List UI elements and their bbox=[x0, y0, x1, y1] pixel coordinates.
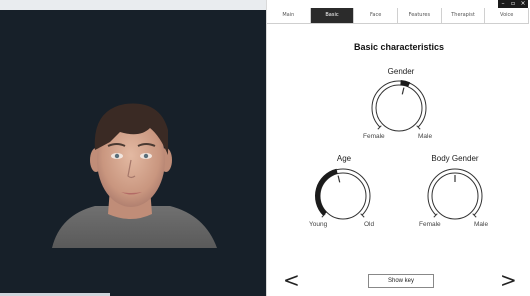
tab-bar: Main Basic Face Features Therapist Voice bbox=[267, 8, 530, 24]
gender-label: Gender bbox=[387, 67, 415, 76]
panel-title: Basic characteristics bbox=[353, 42, 445, 52]
knob-dial bbox=[375, 84, 423, 132]
body-gender-knob[interactable] bbox=[423, 164, 487, 226]
knob-dial bbox=[319, 172, 367, 220]
window-controls: – ▫ × bbox=[498, 0, 528, 8]
body-gender-label: Body Gender bbox=[431, 154, 479, 163]
tab-voice[interactable]: Voice bbox=[485, 8, 530, 23]
gender-max-label: Male bbox=[418, 133, 433, 140]
gender-min-label: Female bbox=[363, 133, 385, 140]
show-key-button[interactable]: Show key bbox=[368, 274, 434, 288]
gender-knob[interactable] bbox=[367, 76, 431, 138]
next-arrow-icon[interactable]: > bbox=[500, 270, 517, 290]
age-max-label: Old bbox=[364, 221, 375, 228]
tab-basic[interactable]: Basic bbox=[310, 8, 355, 23]
body-gender-max-label: Male bbox=[474, 221, 489, 228]
close-button[interactable]: × bbox=[518, 0, 528, 8]
body-gender-min-label: Female bbox=[419, 221, 441, 228]
minimize-button[interactable]: – bbox=[498, 0, 508, 8]
age-knob[interactable] bbox=[311, 164, 375, 226]
top-strip bbox=[0, 0, 266, 10]
tab-main[interactable]: Main bbox=[267, 8, 311, 23]
maximize-button[interactable]: ▫ bbox=[508, 0, 518, 8]
tab-face[interactable]: Face bbox=[354, 8, 399, 23]
tab-features[interactable]: Features bbox=[398, 8, 442, 23]
avatar-render bbox=[52, 103, 217, 248]
previous-arrow-icon[interactable]: < bbox=[283, 270, 300, 290]
settings-panel: – ▫ × Main Basic Face Features Therapist… bbox=[266, 0, 530, 296]
knob-value-arc bbox=[400, 80, 411, 87]
avatar-viewport[interactable] bbox=[0, 10, 266, 296]
age-label: Age bbox=[336, 154, 352, 163]
age-min-label: Young bbox=[309, 221, 328, 228]
tab-therapist[interactable]: Therapist bbox=[442, 8, 486, 23]
